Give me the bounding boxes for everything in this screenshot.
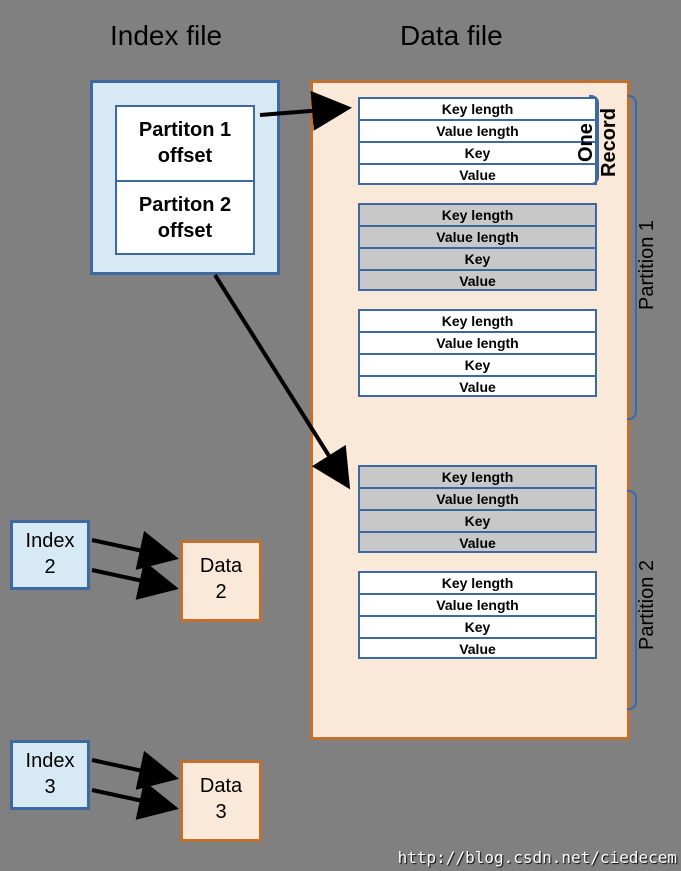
field-key: Key [358,615,597,637]
index-2-line2: 2 [44,556,55,578]
one-record-bracket [589,95,599,185]
data-2-line2: 2 [215,581,226,603]
field-key-length: Key length [358,309,597,331]
record-p1-2: Key length Value length Key Value [358,203,597,291]
field-value-length: Value length [358,487,597,509]
data-3-line2: 3 [215,801,226,823]
record-p1-1: Key length Value length Key Value [358,97,597,185]
partition-1-bracket [627,95,637,420]
field-value-length: Value length [358,331,597,353]
partition-1-offset-line2: offset [158,145,212,167]
partition-2-label: Partition 2 [636,520,659,690]
field-key-length: Key length [358,571,597,593]
field-key: Key [358,509,597,531]
arrow-idx3-bottom [92,790,175,808]
data-3-line1: Data [200,775,242,797]
index-file-box: Partiton 1 offset Partiton 2 offset [90,80,280,275]
index-3-line2: 3 [44,776,55,798]
field-key-length: Key length [358,203,597,225]
partition-1-label: Partition 1 [636,120,659,410]
index-file-title: Index file [110,20,222,52]
field-value-length: Value length [358,225,597,247]
field-value-length: Value length [358,119,597,141]
field-value: Value [358,375,597,397]
data-2-box: Data 2 [180,540,262,622]
field-key: Key [358,247,597,269]
record-p1-3: Key length Value length Key Value [358,309,597,397]
record-p2-1: Key length Value length Key Value [358,465,597,553]
field-key-length: Key length [358,465,597,487]
index-offsets-table: Partiton 1 offset Partiton 2 offset [115,105,255,255]
index-2-line1: Index [26,530,75,552]
partition-2-offset-cell: Partiton 2 offset [117,182,253,257]
arrow-idx3-top [92,760,175,778]
field-value: Value [358,163,597,185]
index-3-box: Index 3 [10,740,90,810]
data-2-line1: Data [200,555,242,577]
field-value: Value [358,531,597,553]
partition-2-bracket [627,490,637,710]
partition-1-offset-cell: Partiton 1 offset [117,107,253,182]
arrow-idx2-top [92,540,175,558]
field-value-length: Value length [358,593,597,615]
index-3-line1: Index [26,750,75,772]
record-p2-2: Key length Value length Key Value [358,571,597,659]
field-value: Value [358,269,597,291]
partition-2-offset-line2: offset [158,220,212,242]
index-2-box: Index 2 [10,520,90,590]
field-key: Key [358,141,597,163]
field-key-length: Key length [358,97,597,119]
arrow-idx2-bottom [92,570,175,588]
watermark: http://blog.csdn.net/ciedecem [398,848,677,867]
data-3-box: Data 3 [180,760,262,842]
partition-2-offset-line1: Partiton 2 [139,194,231,216]
field-value: Value [358,637,597,659]
data-file-title: Data file [400,20,503,52]
field-key: Key [358,353,597,375]
partition-1-offset-line1: Partiton 1 [139,119,231,141]
